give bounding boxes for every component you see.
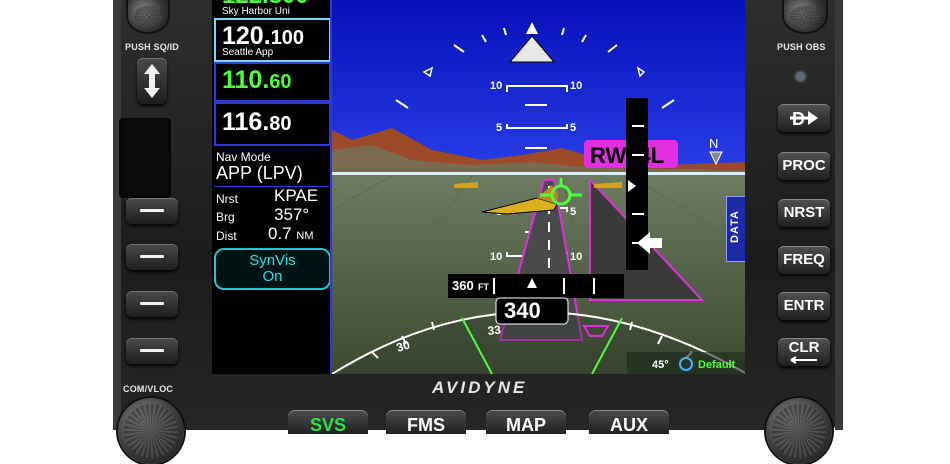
photocell-window — [119, 118, 171, 198]
pitch-label-10-down-left: 10 — [490, 251, 502, 263]
north-label: N — [709, 136, 718, 151]
bezel-left-edge — [113, 0, 121, 430]
left-softkey-2[interactable] — [126, 244, 178, 270]
brg-label: Brg — [216, 210, 235, 224]
altitude-unit: FT — [478, 282, 489, 292]
pitch-label-5-down-right: 5 — [570, 206, 576, 218]
clr-label: CLR — [788, 339, 820, 356]
pitch-label-5-up-right: 5 — [570, 122, 576, 134]
direct-to-button[interactable]: D — [778, 104, 830, 132]
display-screen: 122.800 Sky Harbor Uni 120.100 Seattle A… — [212, 0, 745, 374]
pitch-label-10-up-left: 10 — [490, 80, 502, 92]
bezel-right-edge — [835, 0, 843, 430]
dash-icon — [140, 302, 164, 305]
nrst-value: KPAE — [274, 186, 319, 205]
avidyne-logo: AVIDYNE — [432, 378, 528, 397]
tab-map[interactable]: MAP — [486, 410, 566, 435]
com-active-box[interactable]: 122.800 Sky Harbor Uni — [214, 0, 331, 18]
synvis-toggle[interactable]: SynVis On — [214, 248, 331, 290]
pitch-label-10-down-right: 10 — [570, 251, 582, 263]
nav-standby-box[interactable]: 116.80 — [214, 102, 331, 146]
indicator-led — [796, 72, 805, 81]
obs-knob[interactable] — [784, 0, 826, 32]
horizon-line — [332, 172, 745, 175]
freq-button[interactable]: FREQ — [778, 246, 830, 274]
nav-standby-freq: 116.80 — [222, 108, 292, 137]
tab-fms[interactable]: FMS — [386, 410, 466, 435]
synvis-label: SynVis — [249, 252, 296, 269]
dist-label: Dist — [216, 229, 237, 243]
left-softkey-1[interactable] — [126, 198, 178, 224]
nav-standby-frac: 80 — [269, 113, 292, 135]
brg-value: 357° — [274, 205, 310, 224]
nav-active-freq: 110.60 — [222, 66, 292, 95]
com-active-name: Sky Harbor Uni — [222, 6, 290, 17]
clr-button[interactable]: CLR — [778, 338, 830, 366]
dist-number: 0.7 — [268, 224, 292, 243]
nav-active-box[interactable]: 110.60 — [214, 62, 331, 102]
altitude-value: 360 — [452, 278, 474, 293]
clr-arrow-icon — [790, 356, 817, 364]
proc-button[interactable]: PROC — [778, 152, 830, 180]
svg-text:D: D — [792, 109, 805, 129]
synvis-state: On — [262, 268, 283, 285]
left-softkey-3[interactable] — [126, 291, 178, 317]
left-softkey-4[interactable] — [126, 338, 178, 364]
tab-aux[interactable]: AUX — [589, 410, 669, 435]
dash-icon — [140, 255, 164, 258]
com-standby-frac: 100 — [270, 27, 305, 49]
pfd-view: 10 10 5 5 5 5 10 10 — [330, 0, 745, 374]
heading-value: 340 — [504, 298, 541, 323]
direct-to-icon: D — [790, 109, 818, 129]
nrst-button[interactable]: NRST — [778, 199, 830, 227]
dist-unit: NM — [296, 230, 314, 242]
nav-mode-value: APP (LPV) — [216, 163, 303, 183]
push-obs-label: PUSH OBS — [777, 42, 826, 52]
nav-mode-label: Nav Mode — [216, 150, 271, 164]
swap-button[interactable] — [137, 58, 167, 104]
right-knob[interactable] — [766, 398, 832, 464]
entr-button[interactable]: ENTR — [778, 292, 830, 320]
com-vloc-label: COM/VLOC — [123, 384, 174, 394]
push-sqid-label: PUSH SQ/ID — [125, 42, 180, 52]
dash-icon — [140, 209, 164, 212]
compass-label-33: 33 — [487, 323, 502, 338]
com-vloc-knob[interactable] — [118, 398, 184, 464]
com-standby-main: 120. — [222, 22, 271, 50]
dash-icon — [140, 349, 164, 352]
dist-value: 0.7 NM — [268, 224, 313, 244]
pitch-label-5-up-left: 5 — [496, 122, 502, 134]
pitch-label-10-up-right: 10 — [570, 80, 582, 92]
nav-active-main: 110. — [222, 66, 270, 94]
sqid-knob[interactable] — [128, 0, 168, 32]
com-standby-box[interactable]: 120.100 Seattle App — [214, 18, 331, 62]
nav-standby-main: 116. — [222, 108, 270, 136]
swap-arrows-icon — [144, 64, 160, 98]
range-label: 45° — [652, 359, 669, 371]
nav-active-frac: 60 — [269, 71, 292, 93]
data-tab[interactable]: DATA — [726, 196, 745, 262]
com-standby-name: Seattle App — [222, 47, 274, 58]
data-tab-label: DATA — [729, 210, 741, 243]
map-mode-label: Default — [698, 359, 736, 371]
tab-svs[interactable]: SVS — [288, 410, 368, 435]
nrst-label: Nrst — [216, 192, 238, 206]
svs-scene: 10 10 5 5 5 5 10 10 — [332, 0, 745, 374]
